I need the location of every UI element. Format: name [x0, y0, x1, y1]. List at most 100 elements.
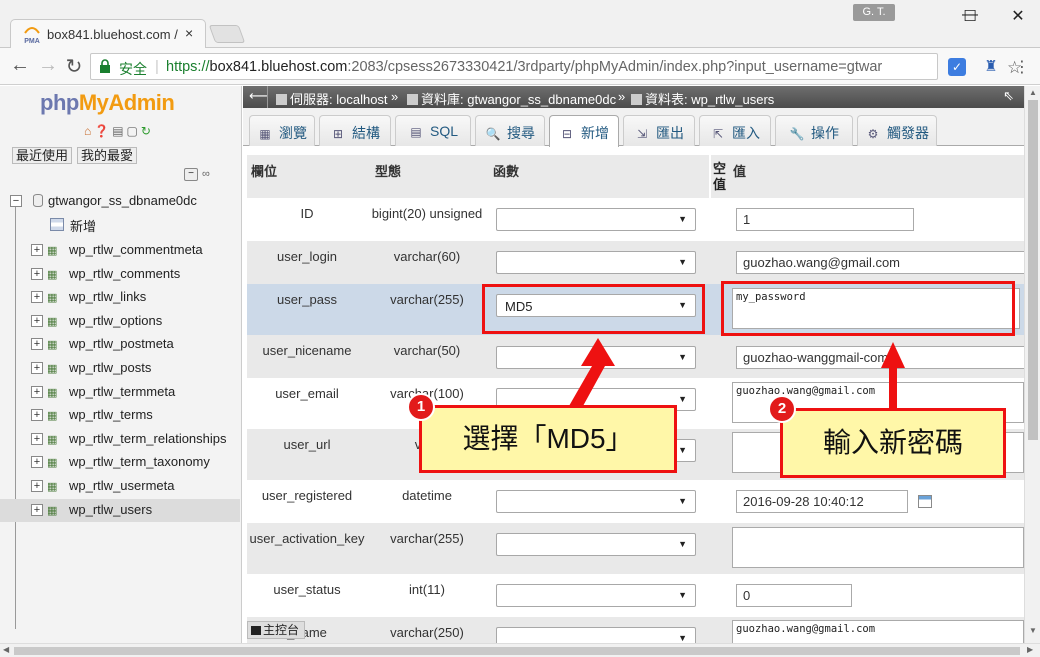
function-select[interactable]: ▼ [496, 490, 696, 513]
breadcrumb-table[interactable]: 資料表: wp_rtlw_users [631, 89, 774, 108]
expand-table-icon[interactable]: + [31, 267, 43, 280]
tree-new-table[interactable]: 新增 [0, 213, 240, 236]
refresh-icon[interactable]: ↻ [141, 124, 154, 138]
tab-title: box841.bluehost.com / [47, 27, 178, 42]
breadcrumb-server[interactable]: 伺服器: localhost [276, 89, 388, 108]
help-icon[interactable]: ❓ [94, 124, 112, 138]
expand-table-icon[interactable]: + [31, 385, 43, 398]
settings-icon[interactable]: ▢ [127, 124, 141, 138]
address-bar[interactable]: 安全 | https://box841.bluehost.com:2083/cp… [90, 53, 1022, 80]
field-type: bigint(20) unsigned [371, 206, 483, 221]
scroll-right-icon[interactable]: ▶ [1027, 645, 1033, 654]
expand-table-icon[interactable]: + [31, 480, 43, 492]
tab-insert[interactable]: ⊟ 新增 [549, 115, 619, 147]
collapse-db-icon[interactable]: − [10, 195, 22, 207]
collapse-header-icon[interactable]: ⇖ [1003, 88, 1014, 104]
tree-table-wp-rtlw-termmeta[interactable]: + ▦ wp_rtlw_termmeta [0, 381, 240, 404]
expand-table-icon[interactable]: + [31, 338, 43, 351]
function-select[interactable]: ▼ [496, 533, 696, 556]
home-icon[interactable]: ⌂ [84, 124, 94, 138]
tab-sql[interactable]: ▤ SQL [395, 115, 471, 146]
tab-label: 匯入 [732, 125, 760, 141]
value-input[interactable]: guozhao.wang@gmail.com [736, 251, 1024, 274]
scroll-up-icon[interactable]: ▲ [1029, 88, 1037, 97]
user-profile-badge[interactable]: G. T. [853, 4, 895, 21]
tab-structure[interactable]: ⊞ 結構 [319, 115, 391, 146]
hscroll-thumb[interactable] [14, 647, 1020, 655]
field-name: user_email [275, 386, 339, 401]
scroll-down-icon[interactable]: ▼ [1029, 626, 1037, 635]
field-type: datetime [402, 488, 452, 503]
tab-close-icon[interactable]: × [185, 25, 193, 41]
console-toggle[interactable]: 主控台 [247, 621, 305, 639]
tree-table-wp-rtlw-usermeta[interactable]: + ▦ wp_rtlw_usermeta [0, 475, 240, 498]
reload-icon[interactable]: ↻ [62, 54, 86, 79]
tree-table-wp-rtlw-posts[interactable]: + ▦ wp_rtlw_posts [0, 357, 240, 380]
expand-table-icon[interactable]: + [31, 314, 43, 327]
tab-triggers[interactable]: ⚙ 觸發器 [857, 115, 937, 146]
tree-table-wp-rtlw-postmeta[interactable]: + ▦ wp_rtlw_postmeta [0, 333, 240, 356]
tree-database[interactable]: − gtwangor_ss_dbname0dc [0, 190, 240, 213]
tree-table-wp-rtlw-users[interactable]: + ▦ wp_rtlw_users [0, 498, 240, 522]
expand-table-icon[interactable]: + [31, 409, 43, 422]
tab-label: 操作 [811, 125, 839, 141]
function-select[interactable]: ▼ [496, 208, 696, 231]
breadcrumb: ⟵ 伺服器: localhost » 資料庫: gtwangor_ss_dbna… [243, 86, 1024, 108]
horizontal-scrollbar[interactable]: ◀ ▶ [0, 643, 1040, 657]
phpmyadmin-logo[interactable]: phpMyAdmin [40, 90, 175, 116]
tree-table-wp-rtlw-links[interactable]: + ▦ wp_rtlw_links [0, 286, 240, 309]
insert-grid-header: 欄位 型態 函數 空值 值 [247, 155, 1024, 199]
main-vertical-scrollbar[interactable]: ▲ ▼ [1024, 86, 1040, 643]
field-type: varchar(255) [390, 292, 464, 307]
tree-table-wp-rtlw-terms[interactable]: + ▦ wp_rtlw_terms [0, 404, 240, 427]
link-with-main-icon[interactable]: ∞ [202, 168, 218, 181]
close-window-icon[interactable]: ✕ [1003, 6, 1033, 26]
value-textarea[interactable]: guozhao.wang@gmail.com [732, 620, 1024, 643]
maximize-icon[interactable]: ☐ [955, 7, 985, 25]
value-input[interactable]: 1 [736, 208, 914, 231]
tree-table-wp-rtlw-options[interactable]: + ▦ wp_rtlw_options [0, 310, 240, 333]
tab-export[interactable]: ⇲ 匯出 [623, 115, 695, 146]
expand-table-icon[interactable]: + [31, 456, 43, 469]
value-textarea[interactable] [732, 527, 1024, 568]
breadcrumb-database[interactable]: 資料庫: gtwangor_ss_dbname0dc [407, 89, 616, 108]
field-name: user_pass [277, 292, 337, 307]
value-input[interactable]: 0 [736, 584, 852, 607]
expand-table-icon[interactable]: + [31, 362, 43, 374]
scroll-thumb[interactable] [1028, 100, 1038, 440]
import-icon: ⇱ [712, 127, 724, 141]
collapse-all-icon[interactable]: − [184, 168, 198, 181]
scroll-left-icon[interactable]: ◀ [3, 645, 9, 654]
export-icon: ⇲ [636, 127, 648, 141]
docs-icon[interactable]: ▤ [112, 124, 126, 138]
expand-table-icon[interactable]: + [31, 432, 43, 445]
extension-check-icon[interactable]: ✓ [948, 58, 966, 76]
tab-operations[interactable]: 🔧 操作 [775, 115, 853, 146]
expand-table-icon[interactable]: + [31, 503, 43, 516]
function-select[interactable]: ▼ [496, 627, 696, 643]
extension-lock-icon[interactable]: ♜ [982, 57, 1000, 77]
back-icon[interactable]: ← [8, 54, 32, 77]
browser-menu-icon[interactable]: ⋮ [1014, 57, 1030, 77]
recent-tables-button[interactable]: 最近使用 [12, 147, 73, 164]
calendar-icon[interactable] [918, 495, 932, 508]
forward-icon[interactable]: → [36, 54, 60, 77]
expand-table-icon[interactable]: + [31, 291, 43, 304]
value-input[interactable]: 2016-09-28 10:40:12 [736, 490, 908, 513]
expand-table-icon[interactable]: + [31, 244, 43, 256]
browser-tab[interactable]: PMA box841.bluehost.com / × [10, 19, 206, 48]
tree-table-wp-rtlw-comments[interactable]: + ▦ wp_rtlw_comments [0, 263, 240, 286]
tree-table-wp-rtlw-term-relationships[interactable]: + ▦ wp_rtlw_term_relationships [0, 428, 240, 451]
field-row-user-registered: user_registered datetime ▼ 2016-09-28 10:40… [247, 480, 1024, 523]
new-tab-button[interactable] [208, 25, 246, 43]
tab-import[interactable]: ⇱ 匯入 [699, 115, 771, 146]
function-select[interactable]: ▼ [496, 584, 696, 607]
table-name: wp_rtlw_term_relationships [69, 430, 227, 446]
tab-search[interactable]: 🔍 搜尋 [475, 115, 545, 146]
back-arrow-icon[interactable]: ⟵ [249, 88, 268, 104]
tab-browse[interactable]: ▦ 瀏覽 [249, 115, 315, 146]
favorite-tables-button[interactable]: 我的最愛 [77, 147, 138, 164]
tree-table-wp-rtlw-term-taxonomy[interactable]: + ▦ wp_rtlw_term_taxonomy [0, 451, 240, 474]
tree-table-wp-rtlw-commentmeta[interactable]: + ▦ wp_rtlw_commentmeta [0, 239, 240, 262]
function-select[interactable]: ▼ [496, 251, 696, 274]
